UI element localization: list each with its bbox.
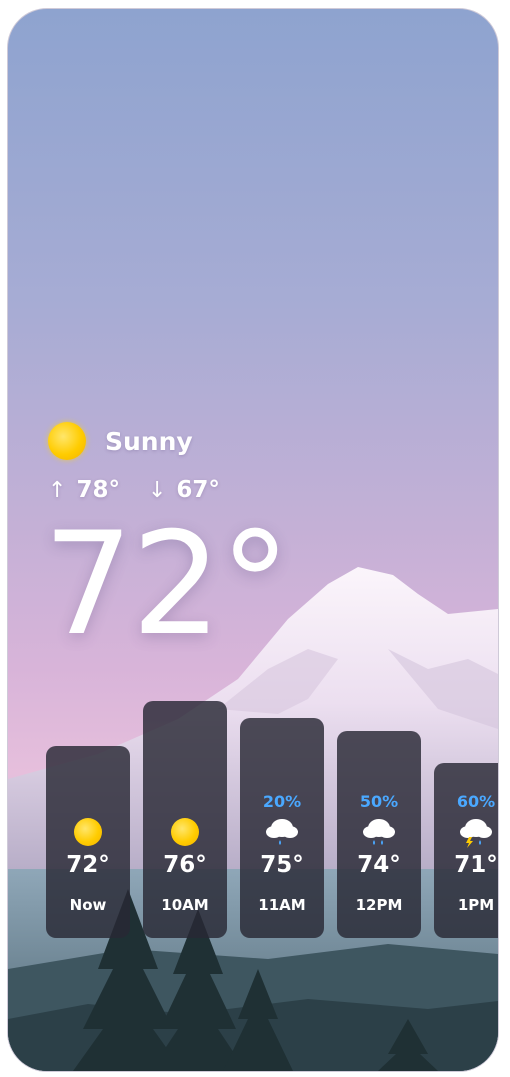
precip-chance: 50% [359, 792, 399, 811]
hourly-forecast: 72° Now 76° 10AM 20% 75° 11AM 50% 74° 12… [8, 9, 498, 1071]
hour-card-1pm[interactable]: 60% 71° 1PM [434, 763, 498, 938]
hour-time: Now [69, 896, 107, 914]
hour-temp: 75° [260, 852, 304, 878]
hour-time: 10AM [161, 896, 209, 914]
rain-cloud-icon [266, 819, 298, 845]
thunderstorm-icon [460, 819, 492, 848]
hour-time: 12PM [355, 896, 403, 914]
sun-icon [74, 818, 102, 846]
hour-card-now[interactable]: 72° Now [46, 746, 130, 938]
hour-temp: 74° [357, 852, 401, 878]
precip-chance: 20% [262, 792, 302, 811]
hour-time: 11AM [258, 896, 306, 914]
hour-temp: 76° [163, 852, 207, 878]
hour-time: 1PM [457, 896, 495, 914]
hour-temp: 71° [454, 852, 498, 878]
sun-icon [171, 818, 199, 846]
hour-card-10am[interactable]: 76° 10AM [143, 701, 227, 938]
hour-card-12pm[interactable]: 50% 74° 12PM [337, 731, 421, 938]
precip-chance: 60% [456, 792, 496, 811]
phone-screen: Sunny ↑ 78° ↓ 67° 72° 72° Now 76° 10AM 2… [7, 8, 499, 1072]
hour-temp: 72° [66, 852, 110, 878]
rain-cloud-icon [363, 819, 395, 845]
hour-card-11am[interactable]: 20% 75° 11AM [240, 718, 324, 938]
